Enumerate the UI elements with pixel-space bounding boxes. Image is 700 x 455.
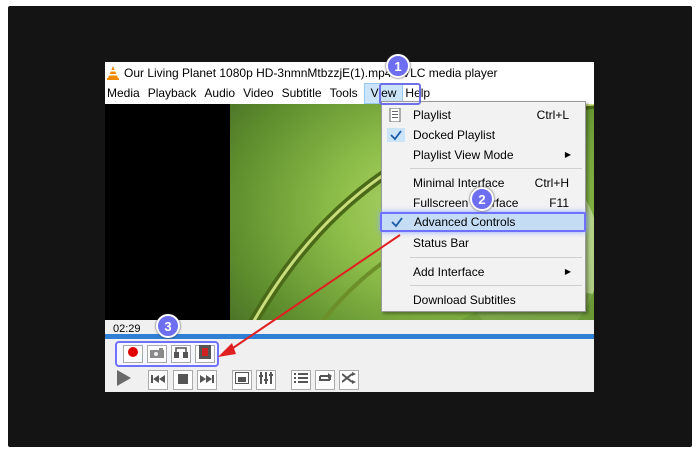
step-3-badge: 3 <box>156 314 180 338</box>
annotation-arrow <box>218 234 401 357</box>
step-2-badge: 2 <box>470 187 494 211</box>
step-1-badge: 1 <box>386 54 410 78</box>
